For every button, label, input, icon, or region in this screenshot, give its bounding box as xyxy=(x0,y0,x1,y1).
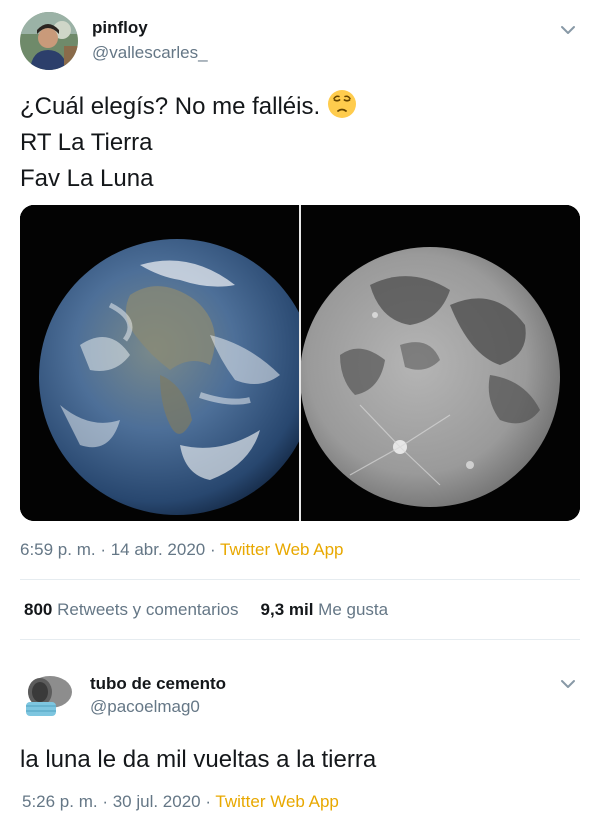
author-handle[interactable]: @vallescarles_ xyxy=(92,43,208,63)
retweets-label: Retweets y comentarios xyxy=(52,600,239,619)
tweet-source-link[interactable]: Twitter Web App xyxy=(220,540,343,559)
tweet-line-1-text: ¿Cuál elegís? No me falléis. xyxy=(20,93,321,120)
moon-image[interactable] xyxy=(300,205,580,521)
retweets-stat[interactable]: 800 Retweets y comentarios xyxy=(24,600,239,620)
tweet-text: ¿Cuál elegís? No me falléis. RT La Tierr… xyxy=(20,88,560,197)
tweet-line-3: Fav La Luna xyxy=(20,165,154,192)
reply-author-handle[interactable]: @pacoelmag0 xyxy=(90,697,200,717)
tweet-stats: 800 Retweets y comentarios 9,3 mil Me gus… xyxy=(24,600,388,620)
tweet-meta: 6:59 p. m. · 14 abr. 2020 · Twitter Web … xyxy=(20,540,344,560)
tweet-media[interactable] xyxy=(20,205,580,521)
reply-avatar[interactable] xyxy=(20,668,78,726)
tweet-timestamp[interactable]: 6:59 p. m. · 14 abr. 2020 · xyxy=(20,540,220,559)
chevron-down-icon[interactable] xyxy=(558,20,578,40)
separator xyxy=(20,579,580,580)
reply-author-name[interactable]: tubo de cemento xyxy=(90,674,226,694)
reply-header: tubo de cemento @pacoelmag0 xyxy=(20,668,580,728)
pensive-face-emoji xyxy=(326,88,358,120)
retweets-count: 800 xyxy=(24,600,53,619)
separator xyxy=(20,639,580,640)
media-divider xyxy=(299,205,301,521)
chevron-down-icon[interactable] xyxy=(558,674,578,694)
reply-source-link[interactable]: Twitter Web App xyxy=(215,792,338,811)
avatar[interactable] xyxy=(20,12,78,70)
tweet-line-2: RT La Tierra xyxy=(20,129,153,156)
reply-meta: 5:26 p. m. · 30 jul. 2020 · Twitter Web … xyxy=(22,792,339,812)
author-name[interactable]: pinfloy xyxy=(92,18,148,38)
tweet-header: pinfloy @vallescarles_ xyxy=(20,12,580,72)
likes-label: Me gusta xyxy=(313,600,389,619)
earth-image[interactable] xyxy=(20,205,315,521)
likes-count: 9,3 mil xyxy=(260,600,314,619)
likes-stat[interactable]: 9,3 mil Me gusta xyxy=(261,600,389,620)
reply-text: la luna le da mil vueltas a la tierra xyxy=(20,746,377,773)
reply-timestamp[interactable]: 5:26 p. m. · 30 jul. 2020 · xyxy=(22,792,215,811)
tweet-line-1: ¿Cuál elegís? No me falléis. xyxy=(20,88,560,125)
